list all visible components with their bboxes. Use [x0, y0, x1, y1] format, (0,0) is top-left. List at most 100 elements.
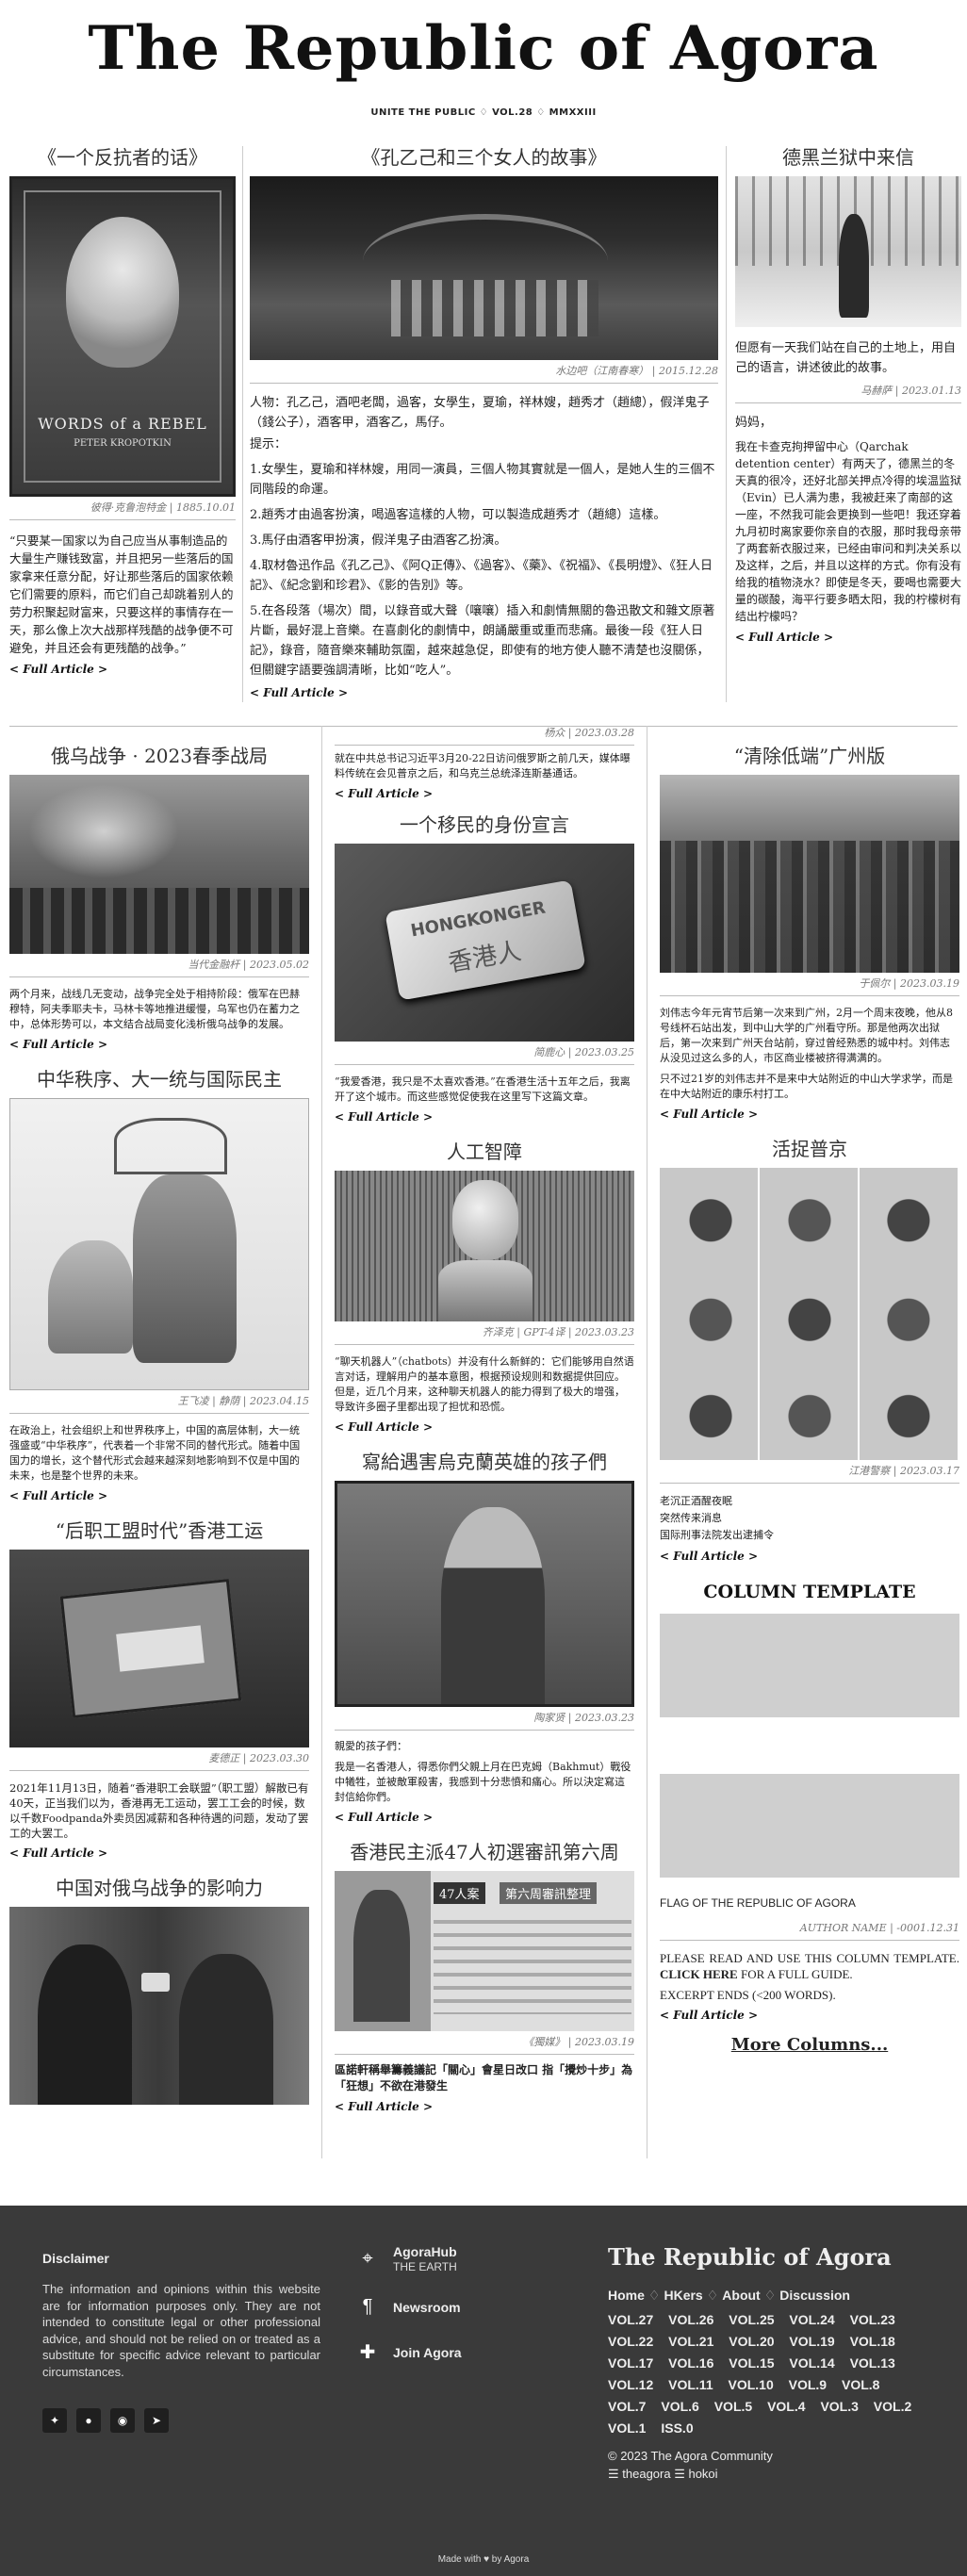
stage-photo[interactable]	[250, 176, 718, 360]
full-article-link[interactable]: < Full Article >	[660, 1108, 959, 1121]
full-article-link[interactable]: < Full Article >	[335, 2100, 634, 2113]
volume-link[interactable]: VOL.7	[608, 2399, 646, 2414]
volume-link[interactable]: VOL.6	[661, 2399, 698, 2414]
leaders-toast-photo[interactable]	[9, 1907, 309, 2105]
volume-link[interactable]: VOL.10	[729, 2377, 774, 2392]
footer-link-agorahub[interactable]: ⌖ AgoraHub THE EARTH	[353, 2243, 462, 2273]
template-guide-link[interactable]: CLICK HERE	[660, 1967, 738, 1981]
full-article-link[interactable]: < Full Article >	[9, 663, 236, 676]
robot-photo[interactable]	[335, 1171, 634, 1321]
full-article-link[interactable]: < Full Article >	[735, 631, 961, 644]
volume-link[interactable]: VOL.12	[608, 2377, 653, 2392]
volume-link[interactable]: VOL.23	[850, 2312, 895, 2327]
telegram-icon[interactable]: ➤	[144, 2408, 169, 2433]
more-columns-link[interactable]: More Columns...	[660, 2035, 959, 2055]
article-title[interactable]: 一个移民的身份宣言	[335, 813, 634, 836]
article-title[interactable]: 活捉普京	[660, 1138, 959, 1160]
full-article-link[interactable]: < Full Article >	[335, 1811, 634, 1824]
volume-link[interactable]: VOL.26	[668, 2312, 713, 2327]
puzzle-icon: ✚	[359, 2342, 376, 2363]
template-image-placeholder[interactable]	[660, 1614, 959, 1717]
template-title[interactable]: COLUMN TEMPLATE	[660, 1582, 959, 1602]
full-article-link[interactable]: < Full Article >	[660, 2009, 959, 2022]
article-title[interactable]: 《一个反抗者的话》	[9, 146, 236, 169]
site-title[interactable]: The Republic of Agora	[0, 0, 967, 87]
twitter-icon[interactable]: ✦	[42, 2408, 67, 2433]
footer-link-newsroom[interactable]: ¶ Newsroom	[353, 2296, 462, 2318]
github-icon[interactable]: ●	[76, 2408, 101, 2433]
full-article-link[interactable]: < Full Article >	[335, 787, 634, 800]
volume-link[interactable]: VOL.16	[668, 2355, 713, 2371]
full-article-link[interactable]: < Full Article >	[660, 1550, 959, 1563]
article-list-item: 3.馬仔由酒客甲扮演，假洋鬼子由酒客乙扮演。	[250, 533, 507, 548]
article-title[interactable]: 德黑兰狱中来信	[735, 146, 961, 169]
hongkonger-badge-photo[interactable]: HONGKONGER 香港人	[335, 844, 634, 1042]
article-excerpt: 2021年11月13日，随着“香港职工会联盟”（职工盟）解散已有40天，正当我们…	[9, 1781, 309, 1840]
soldier-photo[interactable]	[335, 1481, 634, 1707]
snow-photo[interactable]	[735, 176, 961, 327]
reddit-icon[interactable]: ◉	[110, 2408, 135, 2433]
war-smoke-photo[interactable]	[9, 775, 309, 954]
location-icon: ⌖	[362, 2247, 373, 2269]
footer-link-join[interactable]: ✚ Join Agora	[353, 2340, 462, 2364]
article-title[interactable]: 中华秩序、大一统与国际民主	[9, 1068, 309, 1091]
volume-link[interactable]: VOL.19	[789, 2334, 834, 2349]
volume-link[interactable]: VOL.13	[850, 2355, 895, 2371]
volume-link[interactable]: VOL.9	[789, 2377, 827, 2392]
volume-link[interactable]: VOL.8	[842, 2377, 879, 2392]
article-title[interactable]: 人工智障	[335, 1140, 634, 1163]
volume-link[interactable]: VOL.1	[608, 2420, 646, 2436]
article-caption: 麦德正 | 2023.03.30	[9, 1747, 309, 1771]
full-article-link[interactable]: < Full Article >	[335, 1110, 634, 1124]
volume-link[interactable]: VOL.18	[850, 2334, 895, 2349]
footer-link-sub: THE EARTH	[393, 2260, 457, 2273]
urban-village-photo[interactable]	[660, 775, 959, 973]
nav-home[interactable]: Home	[608, 2288, 645, 2303]
volume-link[interactable]: VOL.3	[820, 2399, 858, 2414]
article-xi-visit: 杨众 | 2023.03.28 就在中共总书记习近平3月20-22日访问俄罗斯之…	[335, 726, 634, 800]
full-article-link[interactable]: < Full Article >	[9, 1038, 309, 1051]
nav-about[interactable]: About	[722, 2288, 760, 2303]
volume-link[interactable]: VOL.4	[767, 2399, 805, 2414]
full-article-link[interactable]: < Full Article >	[250, 686, 718, 699]
volume-link[interactable]: VOL.20	[729, 2334, 774, 2349]
full-article-link[interactable]: < Full Article >	[335, 1420, 634, 1434]
article-title[interactable]: “清除低端”广州版	[660, 745, 959, 767]
footer-brand[interactable]: The Republic of Agora	[608, 2243, 928, 2271]
footer: Disclaimer The information and opinions …	[0, 2206, 967, 2576]
article-excerpt: “聊天机器人”（chatbots）并没有什么新鲜的：它们能够用自然语言对话，理解…	[335, 1355, 634, 1413]
article-caption: 齐泽克 | GPT-4译 | 2023.03.23	[335, 1321, 634, 1345]
column-divider	[321, 726, 322, 2158]
nav-hkers[interactable]: HKers	[664, 2288, 702, 2303]
article-title[interactable]: 香港民主派47人初選審訊第六周	[335, 1841, 634, 1863]
article-title[interactable]: 俄乌战争 · 2023春季战局	[9, 745, 309, 767]
article-excerpt: 两个月来，战线几无变动，战争完全处于相持阶段：俄军在巴赫穆特，阿夫季耶夫卡，马林…	[9, 988, 300, 1030]
article-title[interactable]: 寫給遇害烏克蘭英雄的孩子們	[335, 1451, 634, 1473]
article-title[interactable]: 《孔乙己和三个女人的故事》	[250, 146, 718, 169]
full-article-link[interactable]: < Full Article >	[9, 1489, 309, 1502]
delivery-strike-photo[interactable]	[9, 1550, 309, 1747]
volume-link[interactable]: VOL.11	[668, 2377, 713, 2392]
volume-link[interactable]: VOL.24	[789, 2312, 834, 2327]
volume-link[interactable]: ISS.0	[661, 2420, 693, 2436]
volume-link[interactable]: VOL.27	[608, 2312, 653, 2327]
volume-link[interactable]: VOL.15	[729, 2355, 774, 2371]
full-article-link[interactable]: < Full Article >	[9, 1846, 309, 1860]
nav-discussion[interactable]: Discussion	[779, 2288, 850, 2303]
article-title[interactable]: 中国对俄乌战争的影响力	[9, 1877, 309, 1899]
volume-link[interactable]: VOL.21	[668, 2334, 713, 2349]
volume-link[interactable]: VOL.22	[608, 2334, 653, 2349]
volume-link[interactable]: VOL.5	[714, 2399, 752, 2414]
trial-poster-image[interactable]: 47人案 第六周審訊整理	[335, 1871, 634, 2031]
volume-link[interactable]: VOL.14	[789, 2355, 834, 2371]
book-cover-image[interactable]: WORDS of a REBEL PETER KROPOTKIN	[9, 176, 236, 497]
caricature-illustration[interactable]	[9, 1098, 309, 1390]
volume-link[interactable]: VOL.17	[608, 2355, 653, 2371]
article-title[interactable]: “后职工盟时代”香港工运	[9, 1519, 309, 1542]
template-image-placeholder[interactable]	[660, 1774, 959, 1878]
putin-collage-image[interactable]	[660, 1168, 959, 1460]
volume-link[interactable]: VOL.25	[729, 2312, 774, 2327]
actors-group	[391, 280, 598, 336]
volume-link[interactable]: VOL.2	[874, 2399, 911, 2414]
article-caption: 彼得·克鲁泡特金 | 1885.10.01	[9, 497, 236, 520]
